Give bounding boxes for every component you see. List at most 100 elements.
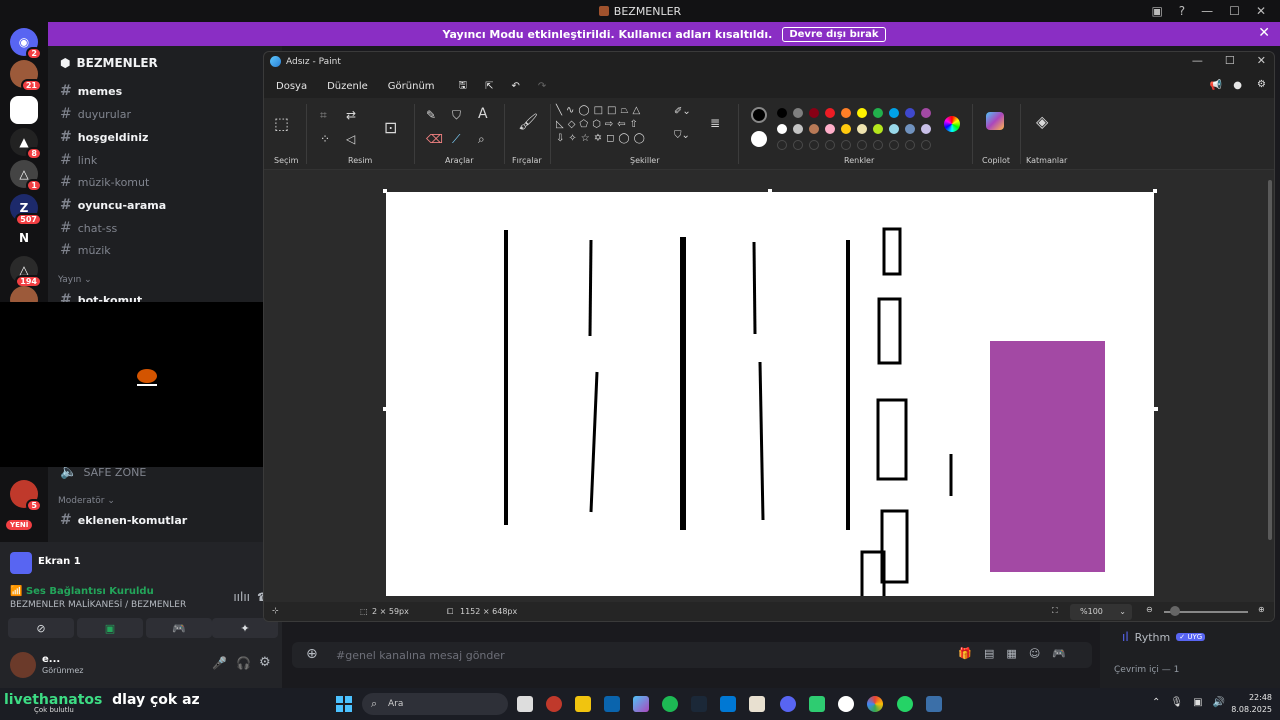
app-icon[interactable] <box>809 696 825 712</box>
color-picker-icon[interactable]: ⟋ <box>452 132 460 147</box>
weather-widget[interactable]: Çok bulutlu <box>34 706 74 714</box>
color-swatch[interactable] <box>793 124 803 134</box>
color-swatch[interactable] <box>921 124 931 134</box>
custom-color-slot[interactable] <box>889 140 899 150</box>
spotify-icon[interactable] <box>662 696 678 712</box>
channel-item[interactable]: # müzik-komut <box>60 174 149 190</box>
taskbar-search[interactable]: ⌕ Ara <box>362 693 508 715</box>
server-icon-n[interactable]: N <box>10 224 38 252</box>
channel-item[interactable]: # memes <box>60 83 122 99</box>
zoom-select[interactable]: %100 ⌄ <box>1070 604 1132 620</box>
channel-eklenen-komutlar[interactable]: # eklenen-komutlar <box>60 512 187 528</box>
discord-icon[interactable] <box>780 696 796 712</box>
zoom-out-icon[interactable]: ⊖ <box>1146 605 1153 614</box>
color-swatch[interactable] <box>889 108 899 118</box>
color-swatch[interactable] <box>777 108 787 118</box>
account-icon[interactable]: ● <box>1233 80 1242 91</box>
color-swatch[interactable] <box>809 124 819 134</box>
minimize-icon[interactable]: — <box>1201 4 1213 18</box>
settings-gear-icon[interactable]: ⚙ <box>259 655 271 670</box>
server-icon[interactable]: Z 507 <box>10 194 42 226</box>
discord-home-icon[interactable]: ◉ 2 <box>10 28 42 60</box>
channel-item[interactable]: # oyuncu-arama <box>60 197 166 213</box>
zoom-slider-handle[interactable] <box>1170 606 1180 616</box>
color-swatch[interactable] <box>857 108 867 118</box>
text-tool-icon[interactable]: A <box>478 106 488 122</box>
screen-share-button[interactable]: ▣ <box>77 618 143 638</box>
outlook-icon[interactable] <box>604 696 620 712</box>
magnifier-icon[interactable]: ⌕ <box>478 132 485 147</box>
chat-input-actions-icons[interactable]: 🎁▤▦☺🎮 <box>958 647 1078 660</box>
resize-handle[interactable] <box>1154 407 1158 411</box>
server-header[interactable]: ⬢ BEZMENLER <box>60 56 158 70</box>
save-icon[interactable]: 🖫 <box>456 78 471 95</box>
channel-item[interactable]: # chat-ss <box>60 220 117 236</box>
add-attachment-icon[interactable]: ⊕ <box>306 646 318 662</box>
message-input[interactable]: ⊕ #genel kanalına mesaj gönder 🎁▤▦☺🎮 <box>292 642 1092 668</box>
pencil-icon[interactable]: ✎ <box>426 108 436 122</box>
category-yayin[interactable]: Yayın ⌄ <box>58 275 92 285</box>
app-icon[interactable] <box>838 696 854 712</box>
layers-icon[interactable]: ◈ <box>1036 112 1048 131</box>
custom-color-slot[interactable] <box>921 140 931 150</box>
app-icon[interactable] <box>546 696 562 712</box>
paint-taskbar-icon[interactable] <box>926 696 942 712</box>
microphone-icon[interactable]: 🎤 <box>212 656 227 670</box>
image-creator-icon[interactable]: ⊡ <box>384 118 397 137</box>
resize-handle[interactable] <box>1153 189 1157 193</box>
fill-icon[interactable]: ⛉⌄ <box>674 130 690 141</box>
help-icon[interactable]: ? <box>1179 4 1185 18</box>
background-removal-icon[interactable]: ⁘ <box>320 132 330 146</box>
channel-item[interactable]: # hoşgeldiniz <box>60 129 148 145</box>
resize-icon[interactable]: ⇄ <box>346 108 356 122</box>
task-view-icon[interactable] <box>517 696 533 712</box>
resize-handle[interactable] <box>768 189 772 193</box>
app-icon[interactable] <box>749 696 765 712</box>
vertical-scrollbar[interactable] <box>1268 180 1272 540</box>
eraser-icon[interactable]: ⌫ <box>426 132 443 146</box>
inbox-icon[interactable]: ▣ <box>1151 4 1162 18</box>
resize-handle[interactable] <box>383 189 387 193</box>
camera-off-button[interactable]: ⊘ <box>8 618 74 638</box>
server-icon[interactable]: ▲ 8 <box>10 128 42 160</box>
copilot-icon[interactable] <box>633 696 649 712</box>
redo-icon[interactable]: ↷ <box>535 81 549 92</box>
menu-gorunum[interactable]: Görünüm <box>385 81 438 92</box>
crop-icon[interactable]: ⌗ <box>320 108 327 123</box>
custom-color-slot[interactable] <box>777 140 787 150</box>
maximize-icon[interactable]: ☐ <box>1225 54 1235 67</box>
start-button[interactable] <box>336 696 352 712</box>
resize-handle[interactable] <box>383 407 387 411</box>
color-swatch[interactable] <box>809 108 819 118</box>
custom-color-slot[interactable] <box>793 140 803 150</box>
custom-color-slot[interactable] <box>841 140 851 150</box>
custom-color-slot[interactable] <box>809 140 819 150</box>
secondary-color-swatch[interactable] <box>751 131 767 147</box>
color-swatch[interactable] <box>825 124 835 134</box>
primary-color-swatch[interactable] <box>751 107 767 123</box>
file-explorer-icon[interactable] <box>575 696 591 712</box>
edit-colors-icon[interactable] <box>944 116 960 132</box>
settings-gear-icon[interactable]: ⚙ <box>1257 79 1266 90</box>
channel-item[interactable]: # link <box>60 152 97 168</box>
clock[interactable]: 22:48 8.08.2025 <box>1231 692 1272 716</box>
channel-item[interactable]: # duyurular <box>60 106 131 122</box>
color-swatch[interactable] <box>841 124 851 134</box>
user-avatar[interactable] <box>10 652 36 678</box>
maximize-icon[interactable]: ☐ <box>1229 4 1240 18</box>
system-tray-icons[interactable]: ⌃🎙▣🔊 <box>1152 697 1235 708</box>
member-bot[interactable]: ıl Rythm ✓ UYG <box>1122 630 1206 644</box>
color-swatch[interactable] <box>921 108 931 118</box>
custom-color-slot[interactable] <box>857 140 867 150</box>
close-icon[interactable]: ✕ <box>1256 4 1266 18</box>
store-icon[interactable] <box>720 696 736 712</box>
color-swatch[interactable] <box>889 124 899 134</box>
minimize-icon[interactable]: — <box>1192 54 1203 67</box>
color-swatch[interactable] <box>793 108 803 118</box>
share-icon[interactable]: ⇱ <box>482 81 496 92</box>
close-icon[interactable]: ✕ <box>1257 54 1266 67</box>
color-swatch[interactable] <box>825 108 835 118</box>
server-icon[interactable] <box>10 96 38 124</box>
chrome-icon[interactable] <box>867 696 883 712</box>
menu-dosya[interactable]: Dosya <box>273 81 310 92</box>
